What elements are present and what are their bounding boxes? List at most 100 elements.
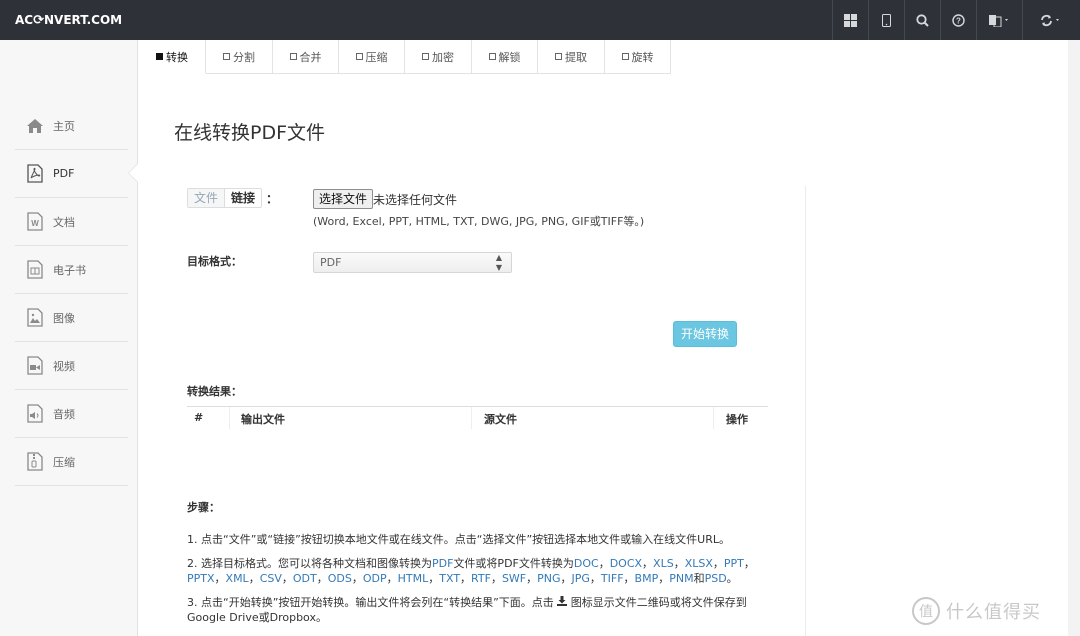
watermark: 值 什么值得买 <box>912 596 1041 626</box>
ebook-file-icon <box>24 259 46 281</box>
tab-convert[interactable]: 转换 <box>139 40 206 74</box>
format-link[interactable]: BMP <box>635 572 659 585</box>
logo-text-suffix: NVERT.COM <box>44 13 123 27</box>
watermark-text: 什么值得买 <box>946 602 1041 623</box>
sidebar: 主页 PDF W 文档 电子书 图像 视频 音频 压缩 <box>0 40 138 636</box>
format-link[interactable]: TIFF <box>601 572 624 585</box>
sidebar-item-label: 电子书 <box>53 263 86 277</box>
sidebar-item-archive[interactable]: 压缩 <box>15 438 128 486</box>
format-link[interactable]: PSD <box>705 572 727 585</box>
format-link[interactable]: PPT <box>724 557 744 570</box>
format-link[interactable]: ODS <box>328 572 352 585</box>
tab-merge[interactable]: 合并 <box>273 40 339 74</box>
svg-text:W: W <box>31 219 39 228</box>
file-source-tab[interactable]: 文件 <box>188 189 226 207</box>
home-icon <box>24 115 46 137</box>
format-link[interactable]: ODP <box>363 572 387 585</box>
sidebar-item-document[interactable]: W 文档 <box>15 198 128 246</box>
format-link[interactable]: TXT <box>439 572 460 585</box>
format-separator: ， <box>428 572 440 585</box>
step-text: 3. 点击“开始转换”按钮开始转换。输出文件将会列在“转换结果”下面。点击 <box>187 596 558 609</box>
format-link[interactable]: XLSX <box>685 557 713 570</box>
format-separator: ， <box>460 572 472 585</box>
logo-text-prefix: AC <box>15 13 34 27</box>
content-divider <box>805 186 806 636</box>
scrollbar-track[interactable] <box>1068 40 1080 636</box>
step-3: 3. 点击“开始转换”按钮开始转换。输出文件将会列在“转换结果”下面。点击 图标… <box>187 595 767 625</box>
format-separator: ， <box>673 557 685 570</box>
format-link[interactable]: DOCX <box>610 557 642 570</box>
tab-checkbox-icon <box>422 53 429 60</box>
format-separator: ， <box>386 572 398 585</box>
format-link[interactable]: XML <box>226 572 249 585</box>
choose-file-button[interactable]: 选择文件 <box>313 189 374 209</box>
format-link[interactable]: HTML <box>398 572 429 585</box>
site-logo[interactable]: AC⟳NVERT.COM <box>15 0 122 40</box>
col-source-file: 源文件 <box>484 413 517 426</box>
tab-label: 转换 <box>166 50 188 64</box>
format-link[interactable]: SWF <box>502 572 526 585</box>
col-index: # <box>194 411 204 424</box>
sidebar-item-audio[interactable]: 音频 <box>15 390 128 438</box>
tab-checkbox-icon <box>223 53 230 60</box>
tab-rotate[interactable]: 旋转 <box>605 40 671 74</box>
tab-split[interactable]: 分割 <box>206 40 273 74</box>
word-file-icon: W <box>24 211 46 233</box>
step-text: 和 <box>693 572 705 585</box>
tab-label: 旋转 <box>631 50 654 64</box>
step-text: 文件或将PDF文件转换为 <box>453 557 574 570</box>
format-separator: ， <box>316 572 328 585</box>
format-link[interactable]: ODT <box>293 572 317 585</box>
sidebar-item-image[interactable]: 图像 <box>15 294 128 342</box>
search-icon[interactable] <box>904 0 940 40</box>
format-link[interactable]: JPG <box>572 572 590 585</box>
format-link[interactable]: PNG <box>537 572 560 585</box>
format-link[interactable]: XLS <box>653 557 674 570</box>
results-table-header: # 输出文件 源文件 操作 <box>187 406 768 429</box>
format-link[interactable]: CSV <box>260 572 282 585</box>
sidebar-item-ebook[interactable]: 电子书 <box>15 246 128 294</box>
sidebar-item-video[interactable]: 视频 <box>15 342 128 390</box>
format-separator: ， <box>598 557 610 570</box>
help-icon[interactable]: ? <box>940 0 976 40</box>
tab-encrypt[interactable]: 加密 <box>405 40 472 74</box>
tab-label: 加密 <box>432 50 454 64</box>
step-text: 2. 选择目标格式。您可以将各种文档和图像转换为 <box>187 557 432 570</box>
format-separator: ， <box>623 572 635 585</box>
tab-compress[interactable]: 压缩 <box>339 40 405 74</box>
tab-extract[interactable]: 提取 <box>538 40 605 74</box>
tab-checkbox-icon <box>621 53 629 60</box>
format-link[interactable]: PPTX <box>187 572 215 585</box>
sidebar-item-pdf[interactable]: PDF <box>15 150 128 198</box>
refresh-icon[interactable] <box>1022 0 1080 40</box>
format-separator: ， <box>351 572 363 585</box>
start-convert-button[interactable]: 开始转换 <box>673 321 737 347</box>
tab-checkbox-icon <box>156 53 163 60</box>
sidebar-item-label: 主页 <box>53 119 75 133</box>
format-link[interactable]: PNM <box>669 572 693 585</box>
format-link[interactable]: RTF <box>471 572 491 585</box>
format-separator: ， <box>526 572 538 585</box>
step-1: 1. 点击“文件”或“链接”按钮切换本地文件或在线文件。点击“选择文件”按钮选择… <box>187 533 731 546</box>
format-link[interactable]: DOC <box>574 557 599 570</box>
language-icon[interactable] <box>976 0 1022 40</box>
target-format-select[interactable]: PDF ▲ ▼ <box>313 252 512 273</box>
tab-label: 分割 <box>233 50 255 64</box>
sidebar-item-home[interactable]: 主页 <box>15 102 128 150</box>
active-pointer <box>129 164 138 182</box>
top-navbar: AC⟳NVERT.COM ? <box>0 0 1080 40</box>
col-separator <box>471 407 472 429</box>
format-separator: ， <box>642 557 654 570</box>
watermark-logo-icon: 值 <box>912 597 940 625</box>
tablet-icon[interactable] <box>868 0 904 40</box>
supported-formats-hint: (Word, Excel, PPT, HTML, TXT, DWG, JPG, … <box>313 215 645 228</box>
source-toggle: 文件 链接 <box>187 188 263 208</box>
audio-file-icon <box>24 403 46 425</box>
grid-icon[interactable] <box>832 0 868 40</box>
source-colon: ： <box>266 192 279 206</box>
col-output-file: 输出文件 <box>241 413 285 426</box>
tab-unlock[interactable]: 解锁 <box>472 40 538 74</box>
link-source-tab[interactable]: 链接 <box>225 189 261 207</box>
format-link[interactable]: PDF <box>432 557 453 570</box>
step-text: 。 <box>726 572 738 585</box>
